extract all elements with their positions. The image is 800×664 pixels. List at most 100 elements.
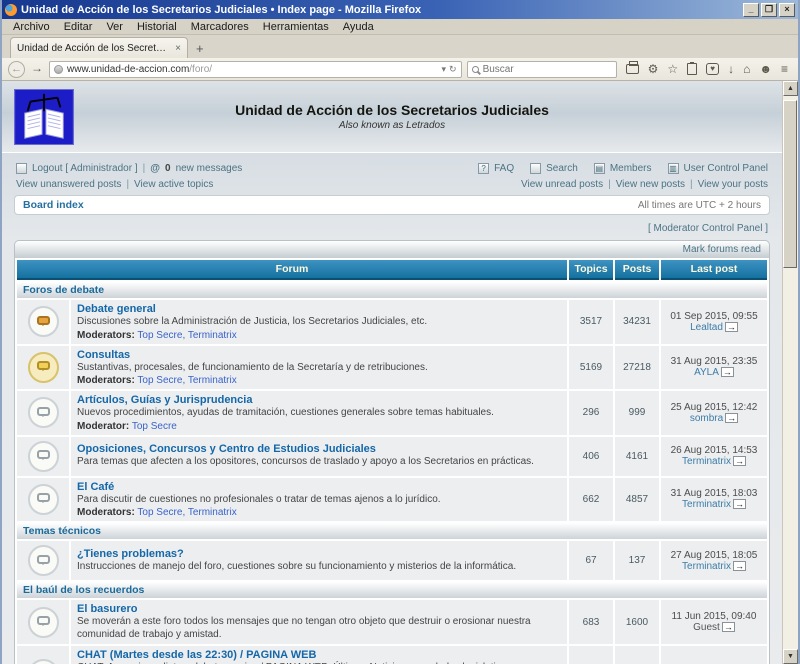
forum-row: El basurero Se moverán a este foro todos…: [17, 600, 767, 644]
scrollbar-track[interactable]: [783, 96, 798, 649]
last-post-date: 31 Aug 2015, 18:03: [663, 488, 765, 499]
menubar: Archivo Editar Ver Historial Marcadores …: [2, 19, 798, 35]
last-post-user[interactable]: sombra: [690, 413, 723, 424]
forum-icon: [28, 306, 59, 337]
forum-link[interactable]: Artículos, Guías y Jurisprudencia: [77, 394, 252, 406]
back-button[interactable]: ←: [8, 61, 25, 78]
browser-tab[interactable]: Unidad de Acción de los Secretario... ×: [10, 37, 188, 58]
forum-link[interactable]: El Café: [77, 481, 114, 493]
close-button[interactable]: ×: [779, 3, 795, 17]
pocket-icon[interactable]: ♥: [706, 63, 719, 75]
view-active-link[interactable]: View active topics: [134, 179, 213, 190]
mark-forums-read-link[interactable]: Mark forums read: [683, 244, 761, 255]
forward-button[interactable]: →: [30, 61, 44, 78]
separator: |: [608, 179, 611, 190]
moderator-link[interactable]: Terminatrix: [182, 507, 236, 518]
forum-icon: [28, 484, 59, 515]
separator: |: [126, 179, 129, 190]
menu-editar[interactable]: Editar: [57, 20, 100, 34]
view-new-link[interactable]: View new posts: [616, 179, 685, 190]
menu-ayuda[interactable]: Ayuda: [336, 20, 381, 34]
new-tab-button[interactable]: +: [188, 41, 212, 58]
userbar: Logout [ Administrador ] | @ 0 new messa…: [14, 158, 770, 175]
forum-link[interactable]: ¿Tienes problemas?: [77, 548, 184, 560]
print-icon[interactable]: [626, 64, 639, 74]
window-title: Unidad de Acción de los Secretarios Judi…: [21, 4, 743, 16]
view-your-link[interactable]: View your posts: [698, 179, 768, 190]
topics-count: 5169: [569, 346, 613, 390]
forum-link[interactable]: Consultas: [77, 349, 130, 361]
account-icon[interactable]: ☻: [759, 61, 772, 78]
bookmark-dropdown-icon[interactable]: ▾: [441, 64, 446, 75]
moderator-link[interactable]: Top Secre: [137, 375, 182, 386]
category-row: Foros de debate: [17, 282, 767, 298]
menu-archivo[interactable]: Archivo: [6, 20, 57, 34]
firefox-icon: [5, 4, 17, 16]
menu-herramientas[interactable]: Herramientas: [256, 20, 336, 34]
menu-marcadores[interactable]: Marcadores: [184, 20, 256, 34]
reload-icon[interactable]: ↻: [449, 64, 457, 75]
bookmarks-panel-icon[interactable]: [687, 63, 697, 75]
last-post-user[interactable]: Lealtad: [690, 322, 723, 333]
menu-historial[interactable]: Historial: [130, 20, 184, 34]
last-post-user[interactable]: Terminatrix: [682, 561, 731, 572]
forum-icon: [28, 545, 59, 576]
last-post-user[interactable]: AYLA: [694, 367, 719, 378]
scroll-up-button[interactable]: ▲: [783, 81, 798, 96]
view-links-bar: View unanswered posts | View active topi…: [14, 175, 770, 195]
gear-icon[interactable]: ⚙: [648, 61, 659, 78]
goto-last-post-icon[interactable]: →: [733, 561, 746, 571]
faq-link[interactable]: FAQ: [494, 163, 514, 174]
goto-last-post-icon[interactable]: →: [721, 367, 734, 377]
forum-link[interactable]: Oposiciones, Concursos y Centro de Estud…: [77, 443, 376, 455]
forum-link[interactable]: CHAT (Martes desde las 22:30) / PAGINA W…: [77, 649, 316, 661]
messages-link[interactable]: new messages: [176, 163, 243, 174]
moderator-link[interactable]: Terminatrix: [182, 375, 236, 386]
menu-ver[interactable]: Ver: [99, 20, 130, 34]
search-input[interactable]: [483, 64, 593, 75]
moderator-cp-link[interactable]: [ Moderator Control Panel ]: [648, 223, 768, 234]
restore-button[interactable]: ❐: [761, 3, 777, 17]
goto-last-post-icon[interactable]: →: [733, 499, 746, 509]
goto-last-post-icon[interactable]: →: [733, 456, 746, 466]
members-icon: ▤: [594, 163, 605, 174]
view-unread-link[interactable]: View unread posts: [521, 179, 603, 190]
search-box[interactable]: [467, 61, 617, 78]
scrollbar[interactable]: ▲ ▼: [782, 81, 798, 664]
moderator-link[interactable]: Top Secre: [137, 507, 182, 518]
timezone-label: All times are UTC + 2 hours: [638, 200, 761, 211]
moderator-link[interactable]: Top Secre: [137, 330, 182, 341]
search-link[interactable]: Search: [546, 163, 578, 174]
scrollbar-thumb[interactable]: [783, 100, 797, 268]
board-index-link[interactable]: Board index: [23, 199, 84, 211]
home-icon[interactable]: ⌂: [743, 61, 750, 78]
goto-last-post-icon[interactable]: →: [725, 413, 738, 423]
minimize-button[interactable]: _: [743, 3, 759, 17]
bookmark-star-icon[interactable]: ☆: [667, 61, 678, 78]
url-bar[interactable]: www.unidad-de-accion.com /foro/ ▾ ↻: [49, 61, 462, 78]
ucp-link[interactable]: User Control Panel: [684, 163, 768, 174]
forum-link[interactable]: Debate general: [77, 303, 156, 315]
posts-count: 3: [615, 646, 659, 664]
posts-count: 137: [615, 541, 659, 580]
tab-close-icon[interactable]: ×: [175, 43, 181, 54]
ucp-icon: ▥: [668, 163, 679, 174]
titlebar: Unidad de Acción de los Secretarios Judi…: [2, 0, 798, 19]
forum-moderators: Moderator: Top Secre: [77, 421, 561, 432]
posts-count: 4857: [615, 478, 659, 522]
last-post-user[interactable]: Terminatrix: [682, 499, 731, 510]
downloads-icon[interactable]: ↓: [728, 61, 734, 78]
scroll-down-button[interactable]: ▼: [783, 649, 798, 664]
forum-link[interactable]: El basurero: [77, 603, 138, 615]
moderator-link[interactable]: Terminatrix: [182, 330, 236, 341]
site-identity-icon[interactable]: [54, 65, 63, 74]
last-post-user[interactable]: Terminatrix: [682, 456, 731, 467]
goto-last-post-icon[interactable]: →: [722, 622, 735, 632]
logout-link[interactable]: Logout [ Administrador ]: [32, 163, 138, 174]
goto-last-post-icon[interactable]: →: [725, 322, 738, 332]
view-unanswered-link[interactable]: View unanswered posts: [16, 179, 121, 190]
menu-icon[interactable]: ≡: [781, 61, 788, 78]
moderator-link[interactable]: Top Secre: [132, 421, 177, 432]
faq-icon: ?: [478, 163, 489, 174]
members-link[interactable]: Members: [610, 163, 652, 174]
